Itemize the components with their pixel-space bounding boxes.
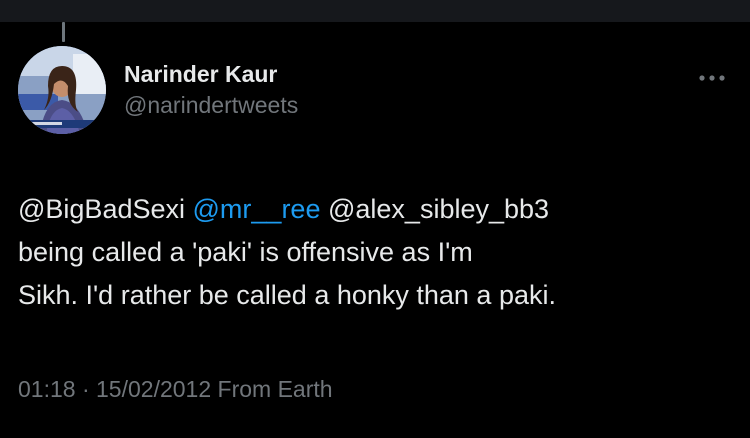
avatar-photo-icon [18,46,106,134]
tweet-time[interactable]: 01:18 [18,376,76,402]
tweet-line-3: Sikh. I'd rather be called a honky than … [18,280,556,310]
tweet-date[interactable]: 15/02/2012 [96,376,211,402]
author-display-name[interactable]: Narinder Kaur [124,60,298,88]
mention-bigbadsexi[interactable]: @BigBadSexi [18,194,185,224]
tweet-line-1: @BigBadSexi @mr__ree @alex_sibley_bb3 [18,188,732,231]
more-options-button[interactable] [692,68,732,88]
tweet-metadata: 01:18 · 15/02/2012 From Earth [18,374,333,404]
thread-connector-line [62,22,65,42]
author-avatar[interactable] [18,46,106,134]
previous-tweet-strip [0,0,750,22]
tweet-header: Narinder Kaur @narindertweets [18,46,732,136]
tweet-text: @BigBadSexi @mr__ree @alex_sibley_bb3 be… [18,188,732,317]
tweet-source: From Earth [217,376,333,402]
author-handle[interactable]: @narindertweets [124,90,298,120]
author-names: Narinder Kaur @narindertweets [124,60,298,120]
more-horizontal-icon [699,75,725,81]
mention-alex-sibley[interactable]: @alex_sibley_bb3 [328,194,549,224]
meta-separator: · [81,376,90,402]
mention-mr-ree[interactable]: @mr__ree [193,194,321,224]
tweet-line-2: being called a 'paki' is offensive as I'… [18,237,473,267]
